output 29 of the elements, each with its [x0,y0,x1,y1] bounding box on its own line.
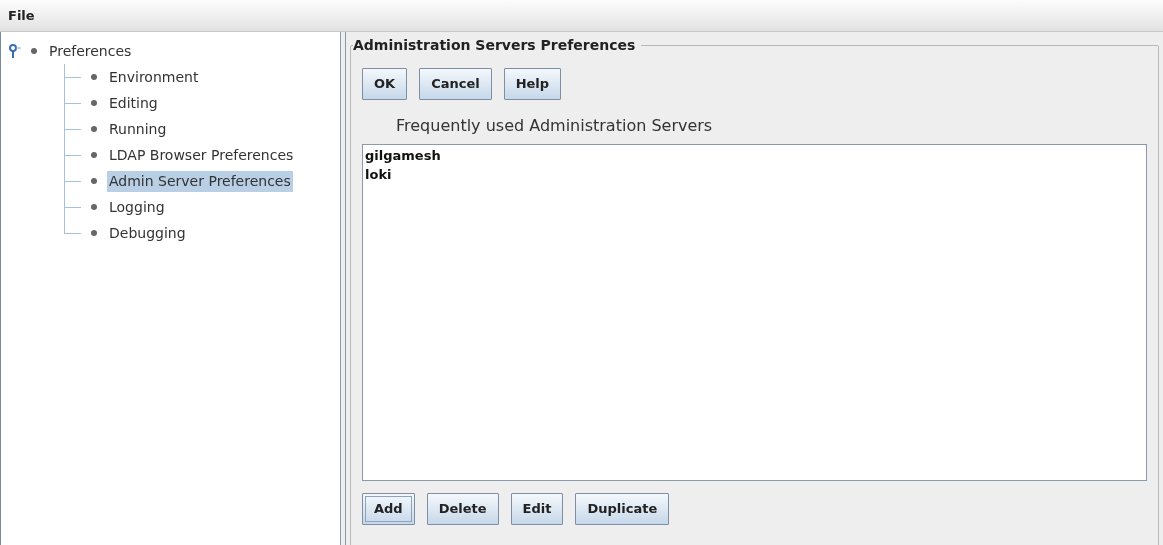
expand-handle-icon[interactable] [9,44,21,58]
tree-item[interactable]: Preferences [47,40,134,62]
push-button[interactable]: Delete [426,493,499,525]
bullet-icon [91,126,97,132]
tree-item[interactable]: Environment [107,66,201,88]
push-button[interactable]: Help [503,68,562,100]
bullet-icon [91,230,97,236]
list-caption: Frequently used Administration Servers [396,115,714,137]
push-button[interactable]: OK [362,68,408,100]
server-list[interactable]: gilgamesh loki [362,144,1147,481]
bullet-icon [91,204,97,210]
push-button[interactable]: Add [362,493,415,525]
bullet-icon [91,100,97,106]
push-button[interactable]: Duplicate [575,493,670,525]
menu-item[interactable]: File [8,5,35,26]
tree-item[interactable]: Debugging [107,222,188,244]
tree-item[interactable]: Logging [107,196,167,218]
list-item[interactable]: loki [365,165,392,184]
bullet-icon [91,74,97,80]
bullet-icon [91,152,97,158]
tree-item[interactable]: Running [107,118,169,140]
push-button[interactable]: Cancel [419,68,492,100]
tree-item[interactable]: LDAP Browser Preferences [107,144,296,166]
list-item[interactable]: gilgamesh [365,146,441,165]
tree-item[interactable]: Admin Server Preferences [107,170,293,192]
push-button[interactable]: Edit [510,493,564,525]
bullet-icon [31,48,37,54]
bullet-icon [91,178,97,184]
tree-item[interactable]: Editing [107,92,160,114]
